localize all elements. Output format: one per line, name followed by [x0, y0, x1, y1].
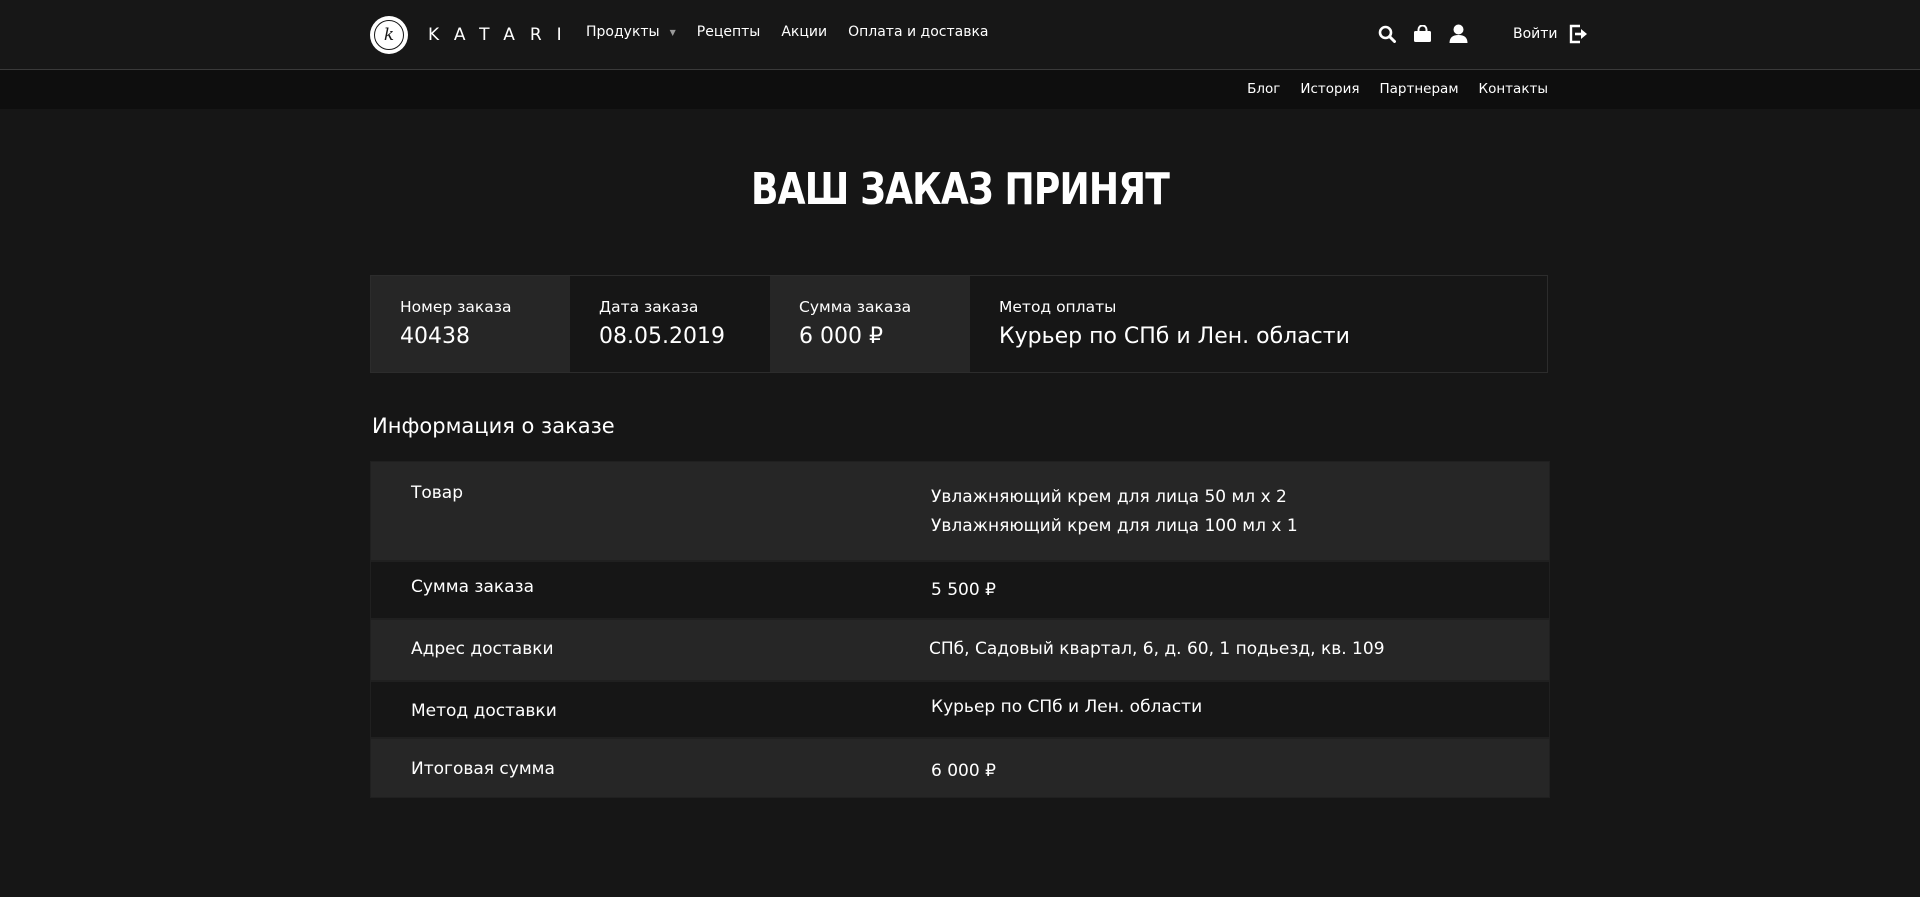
order-info-table: Товар Увлажняющий крем для лица 50 мл x …	[370, 461, 1550, 798]
row-label: Адрес доставки	[411, 639, 554, 659]
row-value: Курьер по СПб и Лен. области	[931, 697, 1203, 717]
header-icons	[1378, 24, 1485, 43]
nav-item-partners[interactable]: Партнерам	[1379, 81, 1458, 97]
nav-item-contacts[interactable]: Контакты	[1479, 81, 1548, 97]
chevron-down-icon: ▼	[669, 27, 676, 37]
row-value: СПб, Садовый квартал, 6, д. 60, 1 подьез…	[929, 639, 1385, 659]
table-row-delivery-method: Метод доставки Курьер по СПб и Лен. обла…	[370, 681, 1550, 738]
shopping-bag-icon[interactable]	[1413, 24, 1432, 43]
brand-logo[interactable]: k KATARI	[370, 16, 577, 54]
order-info-title: Информация о заказе	[372, 414, 615, 438]
row-label: Товар	[411, 483, 464, 503]
brand-name: KATARI	[428, 25, 577, 45]
summary-order-date: Дата заказа 08.05.2019	[599, 298, 725, 349]
secondary-header: Блог История Партнерам Контакты	[0, 70, 1920, 109]
row-label: Метод доставки	[411, 701, 557, 721]
row-value: 6 000 ₽	[931, 761, 996, 781]
sign-in-icon	[1569, 24, 1587, 44]
table-row-grand-total: Итоговая сумма 6 000 ₽	[370, 738, 1550, 798]
summary-payment-method: Метод оплаты Курьер по СПб и Лен. област…	[999, 298, 1350, 349]
row-value: Увлажняющий крем для лица 50 мл x 2 Увла…	[931, 483, 1298, 560]
table-row-order-sum: Сумма заказа 5 500 ₽	[370, 561, 1550, 619]
order-summary: Номер заказа 40438 Дата заказа 08.05.201…	[370, 275, 1548, 373]
row-label: Итоговая сумма	[411, 759, 555, 779]
nav-item-promotions[interactable]: Акции	[781, 24, 827, 40]
nav-item-blog[interactable]: Блог	[1247, 81, 1280, 97]
search-icon[interactable]	[1378, 25, 1396, 43]
summary-order-total: Сумма заказа 6 000 ₽	[770, 276, 970, 372]
table-row-delivery-address: Адрес доставки СПб, Садовый квартал, 6, …	[370, 619, 1550, 681]
row-value: 5 500 ₽	[931, 580, 996, 600]
table-row-product: Товар Увлажняющий крем для лица 50 мл x …	[370, 461, 1550, 561]
row-label: Сумма заказа	[411, 577, 535, 597]
login-button[interactable]: Войти	[1513, 24, 1589, 44]
product-line-item: Увлажняющий крем для лица 100 мл x 1	[931, 516, 1298, 536]
secondary-nav: Блог История Партнерам Контакты	[1227, 81, 1548, 97]
main-nav: Продукты ▼ Рецепты Акции Оплата и достав…	[586, 24, 1010, 40]
logo-icon: k	[370, 16, 408, 54]
user-icon[interactable]	[1449, 24, 1468, 43]
product-line-item: Увлажняющий крем для лица 50 мл x 2	[931, 487, 1287, 507]
summary-order-number: Номер заказа 40438	[371, 276, 570, 372]
nav-item-products[interactable]: Продукты ▼	[586, 24, 676, 40]
page-title: ВАШ ЗАКАЗ ПРИНЯТ	[750, 164, 1170, 215]
nav-item-payment-delivery[interactable]: Оплата и доставка	[848, 24, 988, 40]
nav-item-recipes[interactable]: Рецепты	[697, 24, 761, 40]
nav-item-history[interactable]: История	[1300, 81, 1359, 97]
top-header: k KATARI Продукты ▼ Рецепты Акции Оплата…	[0, 0, 1920, 70]
